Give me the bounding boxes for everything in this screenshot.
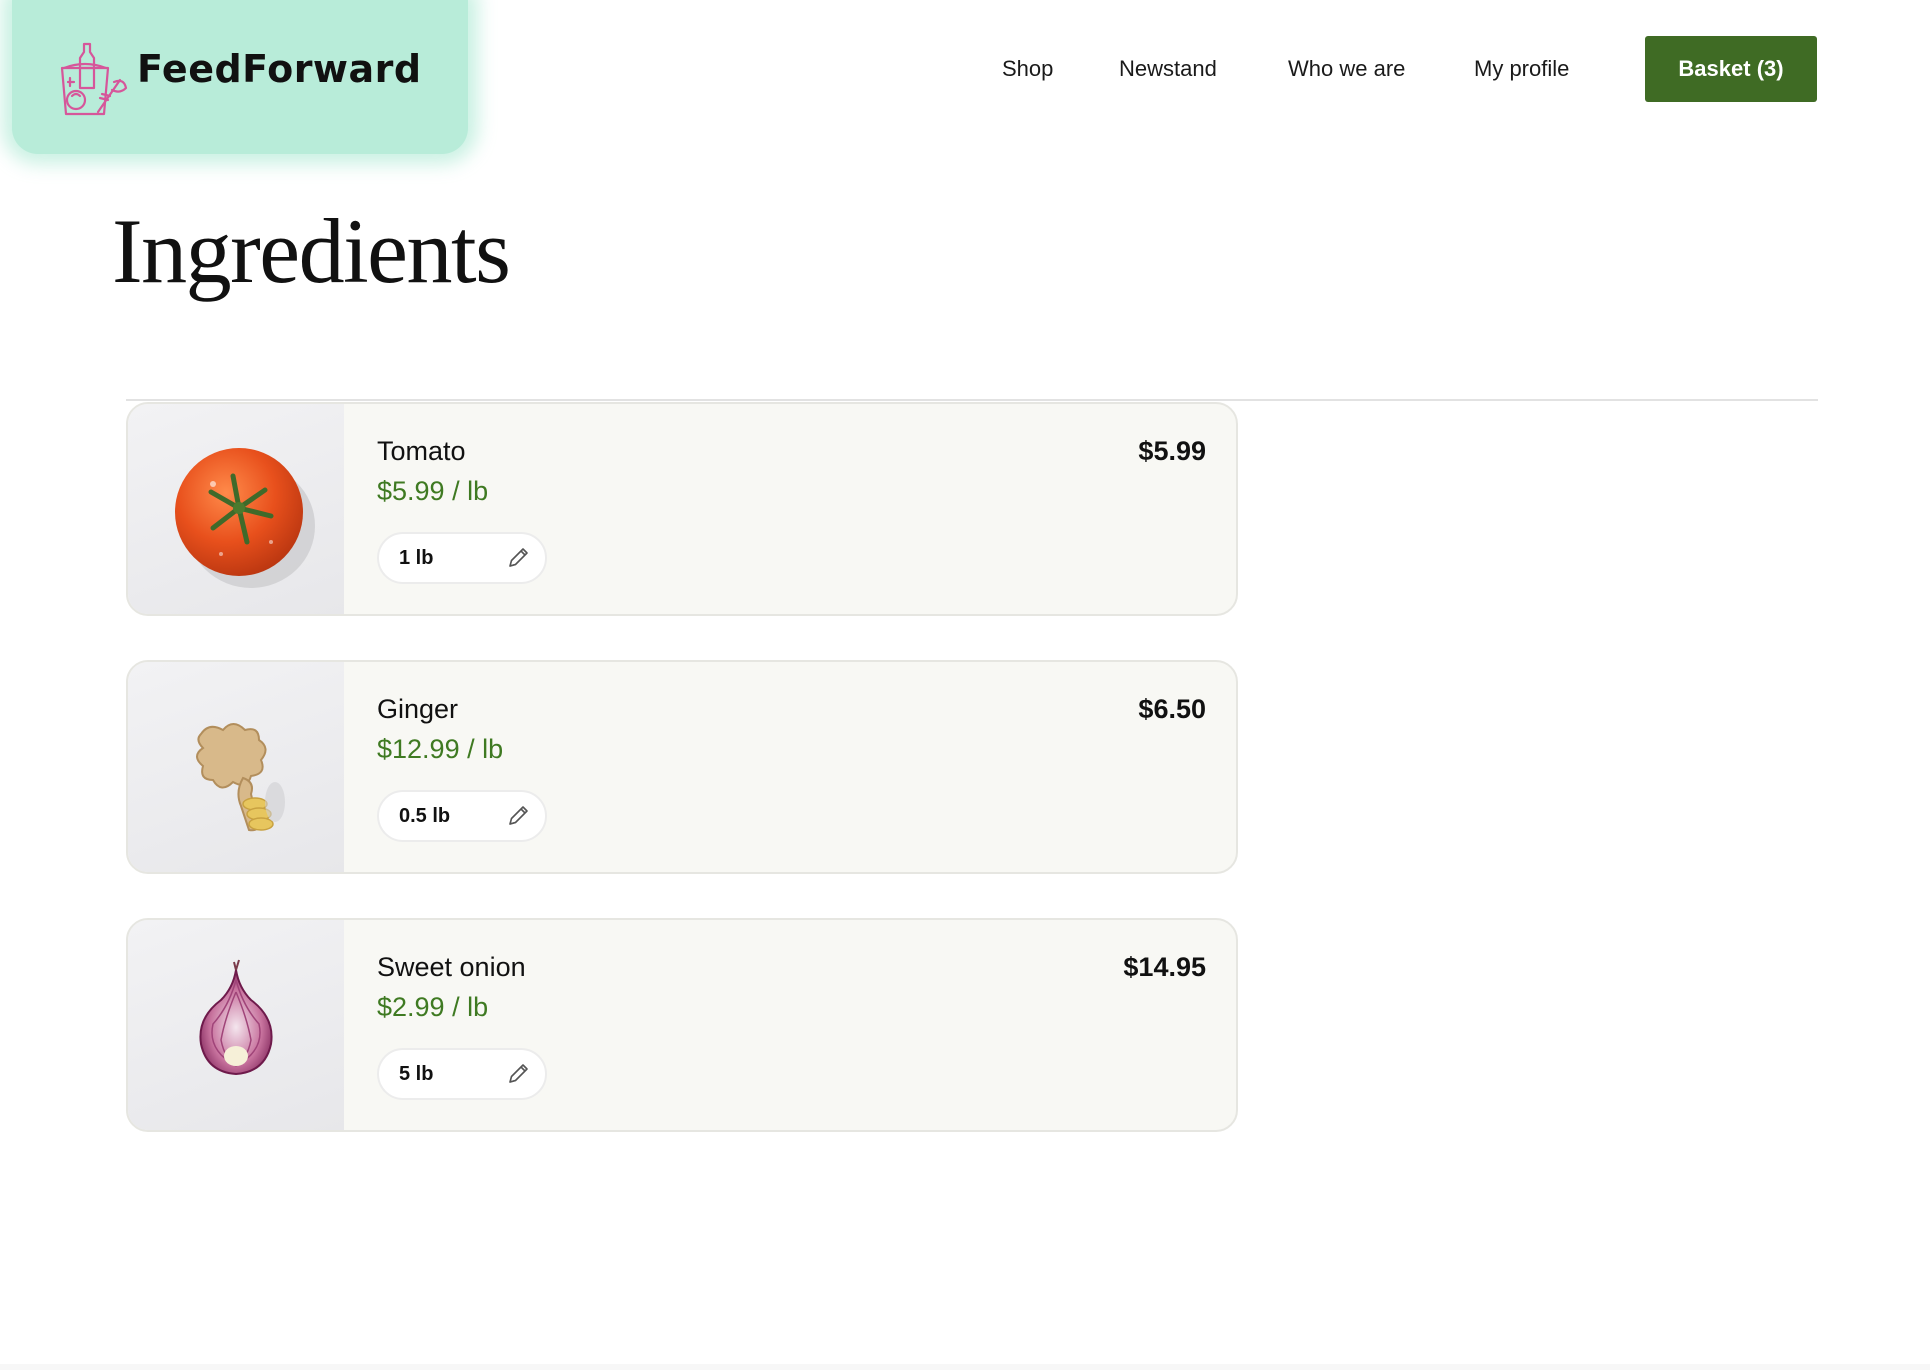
nav-my-profile[interactable]: My profile: [1474, 56, 1569, 82]
ginger-image: [128, 662, 344, 872]
pencil-icon[interactable]: [505, 545, 531, 571]
quantity-value: 1 lb: [399, 546, 434, 569]
quantity-value: 5 lb: [399, 1062, 434, 1085]
quantity-value: 0.5 lb: [399, 804, 451, 827]
item-total: $14.95: [1123, 952, 1206, 982]
page-title: Ingredients: [112, 200, 511, 302]
item-name: Sweet onion: [377, 952, 526, 982]
pencil-icon[interactable]: [505, 803, 531, 829]
nav-shop[interactable]: Shop: [1002, 56, 1053, 82]
brand-name: FeedForward: [137, 47, 422, 91]
page-footer-edge: [0, 1364, 1930, 1370]
tomato-image: [128, 404, 344, 614]
basket-button[interactable]: Basket (3): [1645, 36, 1817, 102]
quantity-field[interactable]: 0.5 lb: [377, 790, 547, 842]
nav-newstand[interactable]: Newstand: [1119, 56, 1217, 82]
item-unit-price: $2.99 / lb: [377, 992, 489, 1022]
pencil-icon[interactable]: [505, 1061, 531, 1087]
logo-link[interactable]: FeedForward: [12, 0, 468, 154]
quantity-field[interactable]: 1 lb: [377, 532, 547, 584]
item-unit-price: $5.99 / lb: [377, 476, 489, 506]
onion-image: [128, 920, 344, 1130]
nav-who-we-are[interactable]: Who we are: [1288, 56, 1405, 82]
item-name: Ginger: [377, 694, 459, 724]
cart-item: Sweet onion $2.99 / lb $14.95 5 lb: [126, 918, 1238, 1132]
cart-item: Tomato $5.99 / lb $5.99 1 lb: [126, 402, 1238, 616]
item-total: $6.50: [1138, 694, 1206, 724]
item-total: $5.99: [1138, 436, 1206, 466]
grocery-bag-icon: [60, 42, 128, 116]
item-name: Tomato: [377, 436, 466, 466]
quantity-field[interactable]: 5 lb: [377, 1048, 547, 1100]
divider: [126, 399, 1818, 401]
item-unit-price: $12.99 / lb: [377, 734, 504, 764]
cart-item: Ginger $12.99 / lb $6.50 0.5 lb: [126, 660, 1238, 874]
